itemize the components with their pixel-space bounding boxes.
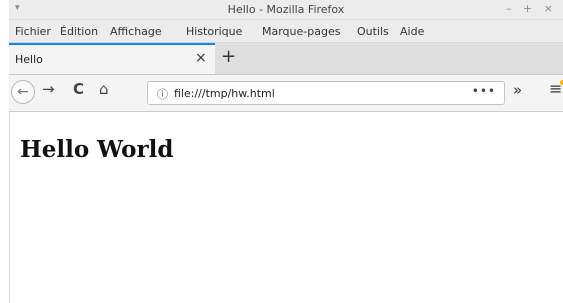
page-actions-icon[interactable]: ••• bbox=[472, 84, 496, 98]
menu-affichage[interactable]: Affichage bbox=[110, 25, 162, 38]
forward-icon[interactable]: → bbox=[42, 80, 55, 98]
menu-marque-pages[interactable]: Marque-pages bbox=[262, 25, 340, 38]
home-icon[interactable]: ⌂ bbox=[99, 80, 109, 98]
browser-window: ▾ Hello - Mozilla Firefox – + × Fichier … bbox=[9, 0, 563, 303]
url-input[interactable]: file:///tmp/hw.html bbox=[174, 87, 275, 100]
new-tab-icon[interactable]: + bbox=[221, 46, 236, 67]
menu-bar: Fichier Édition Affichage Historique Mar… bbox=[9, 20, 563, 43]
menu-edition[interactable]: Édition bbox=[60, 25, 98, 38]
tab-bar: Hello × + bbox=[9, 43, 563, 75]
site-info-icon[interactable]: ⓘ bbox=[157, 86, 168, 102]
page-heading: Hello World bbox=[20, 136, 174, 163]
window-title: Hello - Mozilla Firefox bbox=[227, 3, 345, 16]
menu-fichier[interactable]: Fichier bbox=[15, 25, 51, 38]
reload-icon[interactable]: C bbox=[73, 80, 84, 98]
menu-historique[interactable]: Historique bbox=[186, 25, 242, 38]
menu-outils[interactable]: Outils bbox=[357, 25, 389, 38]
page-content: Hello World bbox=[9, 112, 563, 303]
navigation-toolbar: ← → C ⌂ ⓘ file:///tmp/hw.html ••• » ≡ bbox=[9, 75, 563, 112]
url-bar[interactable]: ⓘ file:///tmp/hw.html ••• bbox=[147, 81, 505, 105]
back-icon[interactable]: ← bbox=[11, 80, 35, 104]
toolbar-overflow-icon[interactable]: » bbox=[513, 81, 522, 99]
title-bar: ▾ Hello - Mozilla Firefox – + × bbox=[9, 0, 563, 20]
tab-title: Hello bbox=[15, 53, 43, 66]
tab-close-icon[interactable]: × bbox=[195, 50, 207, 66]
window-controls[interactable]: – + × bbox=[506, 2, 557, 15]
tab-hello[interactable]: Hello × bbox=[9, 43, 215, 74]
menu-aide[interactable]: Aide bbox=[400, 25, 424, 38]
